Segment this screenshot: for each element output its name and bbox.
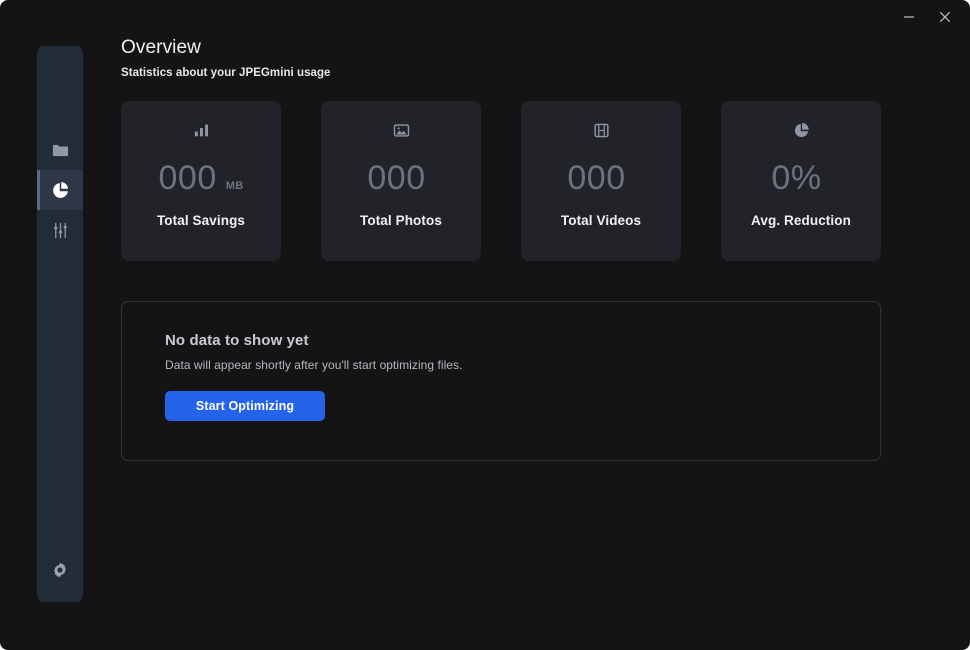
stat-unit: MB xyxy=(225,180,244,192)
sliders-icon xyxy=(51,221,70,240)
minimize-button[interactable] xyxy=(892,4,926,30)
title-bar xyxy=(0,0,970,34)
minimize-icon xyxy=(903,11,915,23)
empty-state-panel: No data to show yet Data will appear sho… xyxy=(121,301,881,461)
empty-state-content: No data to show yet Data will appear sho… xyxy=(165,332,462,421)
stat-value: 000 xyxy=(567,159,626,197)
stat-value-group: 000 xyxy=(367,160,434,196)
stat-value-group: 000 MB xyxy=(159,160,244,196)
stat-value-group: 000 xyxy=(567,160,634,196)
stat-label: Total Videos xyxy=(560,213,642,228)
stat-card-total-photos: 000 Total Photos xyxy=(321,101,481,261)
sidebar-item-files[interactable] xyxy=(37,130,83,170)
stat-label: Total Savings xyxy=(156,213,246,228)
page-subtitle: Statistics about your JPEGmini usage xyxy=(121,67,331,79)
image-icon xyxy=(393,120,410,140)
sidebar-item-overview[interactable] xyxy=(37,170,83,210)
sidebar-nav-primary xyxy=(37,130,83,250)
empty-state-description: Data will appear shortly after you'll st… xyxy=(165,358,463,372)
sidebar-item-settings[interactable] xyxy=(37,550,83,590)
film-icon xyxy=(593,120,610,140)
page-title: Overview xyxy=(121,37,201,58)
stat-cards: 000 MB Total Savings 000 Total Photos 00… xyxy=(121,101,881,261)
bar-chart-icon xyxy=(193,120,210,140)
app-window: Overview Statistics about your JPEGmini … xyxy=(0,0,970,650)
stat-label: Avg. Reduction xyxy=(751,213,851,228)
gear-icon xyxy=(51,561,69,579)
close-button[interactable] xyxy=(928,4,962,30)
pie-chart-icon xyxy=(51,181,70,200)
sidebar-item-adjustments[interactable] xyxy=(37,210,83,250)
stat-card-total-videos: 000 Total Videos xyxy=(521,101,681,261)
pie-chart-icon xyxy=(793,120,810,140)
start-optimizing-button[interactable]: Start Optimizing xyxy=(165,391,325,421)
stat-card-total-savings: 000 MB Total Savings xyxy=(121,101,281,261)
stat-value-group: 0% xyxy=(771,160,830,196)
stat-value: 000 xyxy=(367,159,426,197)
empty-state-title: No data to show yet xyxy=(165,332,309,349)
stat-label: Total Photos xyxy=(360,213,442,228)
page-header: Overview Statistics about your JPEGmini … xyxy=(121,36,881,79)
close-icon xyxy=(938,10,952,24)
stat-value: 0% xyxy=(771,159,822,197)
stat-value: 000 xyxy=(158,159,217,197)
folder-icon xyxy=(51,141,70,160)
stat-card-avg-reduction: 0% Avg. Reduction xyxy=(721,101,881,261)
sidebar-nav-secondary xyxy=(37,550,83,590)
sidebar xyxy=(37,46,83,602)
